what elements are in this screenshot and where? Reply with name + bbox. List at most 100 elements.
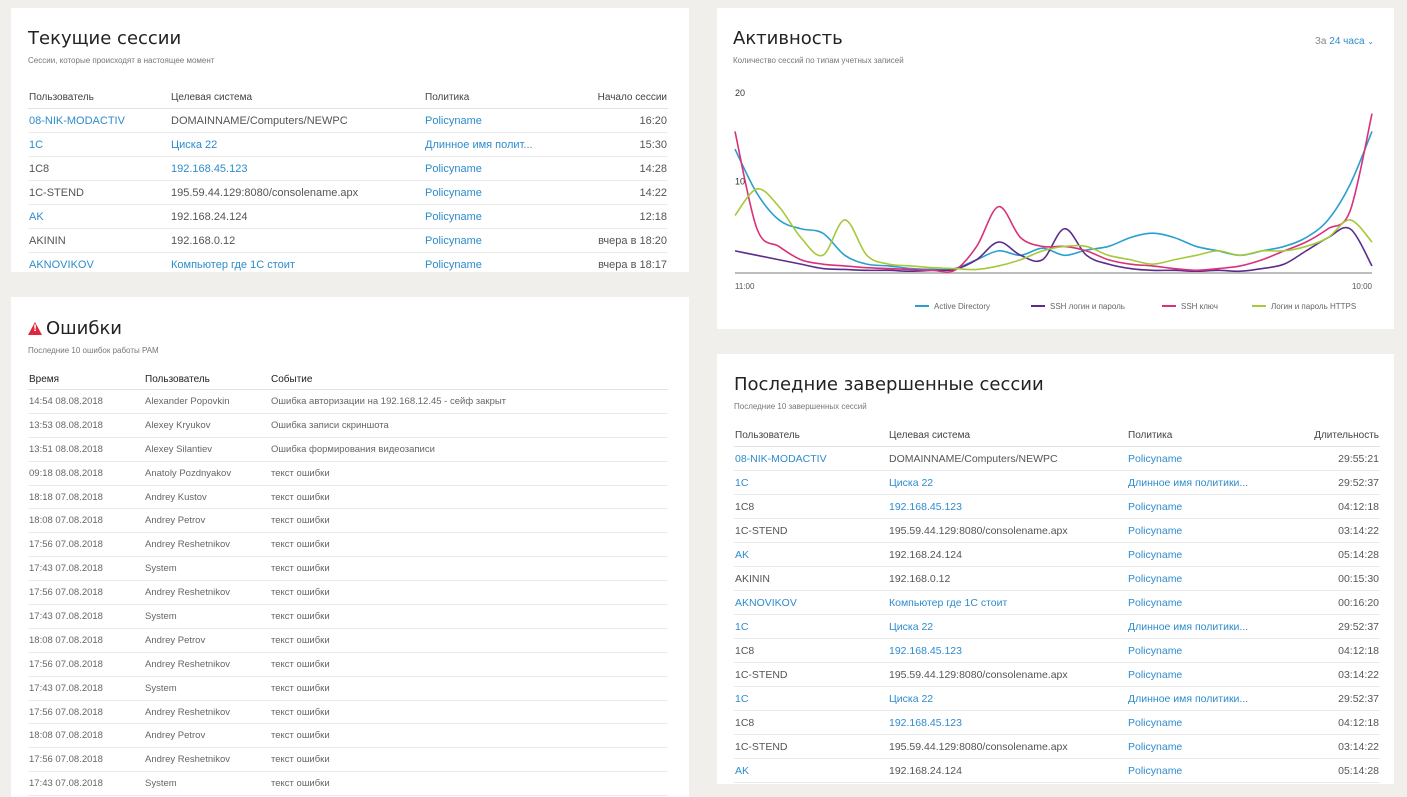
column-header-start[interactable]: Начало сессии: [556, 86, 668, 109]
table-row[interactable]: 18:08 07.08.2018 Andrey Petrov текст ошибк…: [28, 508, 668, 534]
session-policy[interactable]: Policyname: [424, 108, 556, 133]
error-time: 09:18 08.08.2018: [28, 461, 144, 486]
table-row[interactable]: 17:56 07.08.2018Andrey Reshetnikovтекст …: [28, 580, 668, 606]
column-header-user[interactable]: Пользователь: [28, 86, 170, 109]
table-row[interactable]: 1C-STEND 195.59.44.129:8080/consolename.a…: [28, 180, 668, 205]
activity-panel: Активность Количество сессий по типам уч…: [717, 8, 1394, 329]
session-policy[interactable]: Policyname: [1127, 590, 1279, 615]
table-row[interactable]: 09:18 08.08.2018 Anatoly Pozdnyakov текст …: [28, 461, 668, 486]
session-policy[interactable]: Policyname: [1127, 638, 1279, 663]
table-row[interactable]: 17:56 07.08.2018Andrey Reshetnikovтекст …: [28, 700, 668, 725]
table-row[interactable]: 17:43 07.08.2018 System текст ошибки: [28, 556, 668, 582]
table-row[interactable]: 14:54 08.08.2018 Alexander Popovkin Ошибка…: [28, 389, 668, 414]
session-user[interactable]: AK: [734, 758, 888, 783]
session-target: 195.59.44.129:8080/consolename.apx: [888, 734, 1127, 759]
table-row[interactable]: AKININ192.168.0.12Policyname00:15:30: [734, 782, 1380, 784]
session-user[interactable]: 08-NIK-MODACTIV: [28, 108, 170, 133]
session-policy[interactable]: Policyname: [1127, 782, 1279, 784]
session-target[interactable]: Компьютер где 1С стоит: [888, 590, 1127, 615]
table-row[interactable]: 18:08 07.08.2018 Andrey Petrov текст ошибк…: [28, 628, 668, 653]
table-row[interactable]: 1C-STEND 195.59.44.129:8080/consolename.a…: [734, 734, 1380, 759]
session-policy[interactable]: Policyname: [1127, 758, 1279, 783]
session-policy[interactable]: Policyname: [424, 156, 556, 181]
session-user[interactable]: 1C: [734, 686, 888, 711]
session-target[interactable]: 192.168.45.123: [170, 156, 424, 181]
session-policy[interactable]: Policyname: [424, 252, 556, 272]
table-row[interactable]: AKNOVIKOV Компьютер где 1С стоит Policynam…: [734, 590, 1380, 615]
session-policy[interactable]: Длинное имя полит...: [424, 132, 556, 157]
error-event: текст ошибки: [270, 532, 668, 558]
table-row[interactable]: 17:43 07.08.2018 System текст ошибки: [28, 676, 668, 701]
session-target[interactable]: Циска 22: [888, 614, 1127, 639]
table-row[interactable]: 1C8 192.168.45.123 Policyname 14:28: [28, 156, 668, 181]
session-policy[interactable]: Policyname: [1127, 710, 1279, 735]
session-user[interactable]: AK: [28, 204, 170, 229]
session-policy[interactable]: Policyname: [424, 180, 556, 205]
session-policy[interactable]: Длинное имя политики...: [1127, 686, 1279, 711]
table-row[interactable]: 17:43 07.08.2018 System текст ошибки: [28, 771, 668, 797]
session-target[interactable]: 192.168.45.123: [888, 494, 1127, 519]
column-header-time[interactable]: Время: [28, 369, 144, 390]
table-row[interactable]: 1C8 192.168.45.123 Policyname 04:12:18: [734, 638, 1380, 663]
session-policy[interactable]: Длинное имя политики...: [1127, 470, 1279, 495]
table-row[interactable]: AKININ192.168.0.12Policyname00:15:30: [734, 566, 1380, 591]
table-row[interactable]: AK 192.168.24.124 Policyname 05:14:28: [734, 758, 1380, 783]
session-user[interactable]: 08-NIK-MODACTIV: [734, 446, 888, 471]
table-row[interactable]: 1C-STEND 195.59.44.129:8080/consolename.a…: [734, 662, 1380, 687]
table-row[interactable]: 17:43 07.08.2018 System текст ошибки: [28, 604, 668, 629]
session-policy[interactable]: Policyname: [424, 204, 556, 229]
session-user[interactable]: AKNOVIKOV: [734, 590, 888, 615]
session-policy[interactable]: Policyname: [1127, 662, 1279, 687]
table-row[interactable]: 18:18 07.08.2018 Andrey Kustov текст ошибк…: [28, 485, 668, 510]
session-policy[interactable]: Длинное имя политики...: [1127, 614, 1279, 639]
session-target[interactable]: 192.168.45.123: [888, 638, 1127, 663]
column-header-policy[interactable]: Политика: [424, 86, 556, 109]
table-row[interactable]: 1C Циска 22 Длинное имя полит... 15:30: [28, 132, 668, 157]
session-policy[interactable]: Policyname: [1127, 518, 1279, 543]
table-row[interactable]: AK 192.168.24.124 Policyname 05:14:28: [734, 542, 1380, 567]
session-target[interactable]: Циска 22: [170, 132, 424, 157]
column-header-duration[interactable]: Длительность: [1279, 424, 1380, 447]
session-target[interactable]: 192.168.45.123: [888, 710, 1127, 735]
table-row[interactable]: 08-NIK-MODACTIV DOMAINNAME/Computers/NEWP…: [28, 108, 668, 133]
table-row[interactable]: 13:51 08.08.2018 Alexey Silantiev Ошибка ф…: [28, 437, 668, 462]
session-target[interactable]: Компьютер где 1С стоит: [170, 252, 424, 272]
table-row[interactable]: AK 192.168.24.124 Policyname 12:18: [28, 204, 668, 229]
session-policy[interactable]: Policyname: [1127, 566, 1279, 591]
table-row[interactable]: 13:53 08.08.2018 Alexey Kryukov Ошибка зап…: [28, 413, 668, 438]
session-policy[interactable]: Policyname: [1127, 494, 1279, 519]
table-row[interactable]: 1C Циска 22 Длинное имя политики... 29:52:3…: [734, 686, 1380, 711]
table-row[interactable]: 08-NIK-MODACTIV DOMAINNAME/Computers/NEWP…: [734, 446, 1380, 471]
session-policy[interactable]: Policyname: [1127, 446, 1279, 471]
table-row[interactable]: AKININ 192.168.0.12 Policyname вчера в 18:2…: [28, 228, 668, 253]
session-user[interactable]: 1C: [734, 614, 888, 639]
table-row[interactable]: 1C8 192.168.45.123 Policyname 04:12:18: [734, 494, 1380, 519]
column-header-policy[interactable]: Политика: [1127, 424, 1279, 447]
session-target[interactable]: Циска 22: [888, 470, 1127, 495]
session-user[interactable]: 1C: [28, 132, 170, 157]
column-header-user[interactable]: Пользователь: [734, 424, 888, 447]
column-header-target[interactable]: Целевая система: [888, 424, 1127, 447]
table-row[interactable]: AKNOVIKOV Компьютер где 1С стоит Policynam…: [28, 252, 668, 272]
table-row[interactable]: 18:08 07.08.2018 Andrey Petrov текст ошибк…: [28, 723, 668, 749]
session-policy[interactable]: Policyname: [1127, 542, 1279, 567]
table-row[interactable]: 17:56 07.08.2018Andrey Reshetnikovтекст …: [28, 652, 668, 677]
table-row[interactable]: 17:56 07.08.2018Andrey Reshetnikovтекст …: [28, 747, 668, 773]
table-row[interactable]: 1C-STEND 195.59.44.129:8080/consolename.a…: [734, 518, 1380, 543]
table-row[interactable]: 17:56 07.08.2018Andrey Reshetnikovтекст …: [28, 532, 668, 558]
table-row[interactable]: 1C8 192.168.45.123 Policyname 04:12:18: [734, 710, 1380, 735]
session-user[interactable]: 1C: [734, 470, 888, 495]
column-header-event[interactable]: Событие: [270, 369, 668, 390]
session-user[interactable]: AK: [734, 542, 888, 567]
legend-label: SSH логин и пароль: [1050, 302, 1125, 311]
session-user[interactable]: AKNOVIKOV: [28, 252, 170, 272]
session-target[interactable]: Циска 22: [888, 686, 1127, 711]
column-header-user[interactable]: Пользователь: [144, 369, 270, 390]
column-header-target[interactable]: Целевая система: [170, 86, 424, 109]
error-time: 17:56 07.08.2018: [28, 580, 144, 606]
table-row[interactable]: 1C Циска 22 Длинное имя политики... 29:52:3…: [734, 614, 1380, 639]
session-policy[interactable]: Policyname: [424, 228, 556, 253]
session-start: 16:20: [556, 108, 668, 133]
table-row[interactable]: 1C Циска 22 Длинное имя политики... 29:52:3…: [734, 470, 1380, 495]
session-policy[interactable]: Policyname: [1127, 734, 1279, 759]
